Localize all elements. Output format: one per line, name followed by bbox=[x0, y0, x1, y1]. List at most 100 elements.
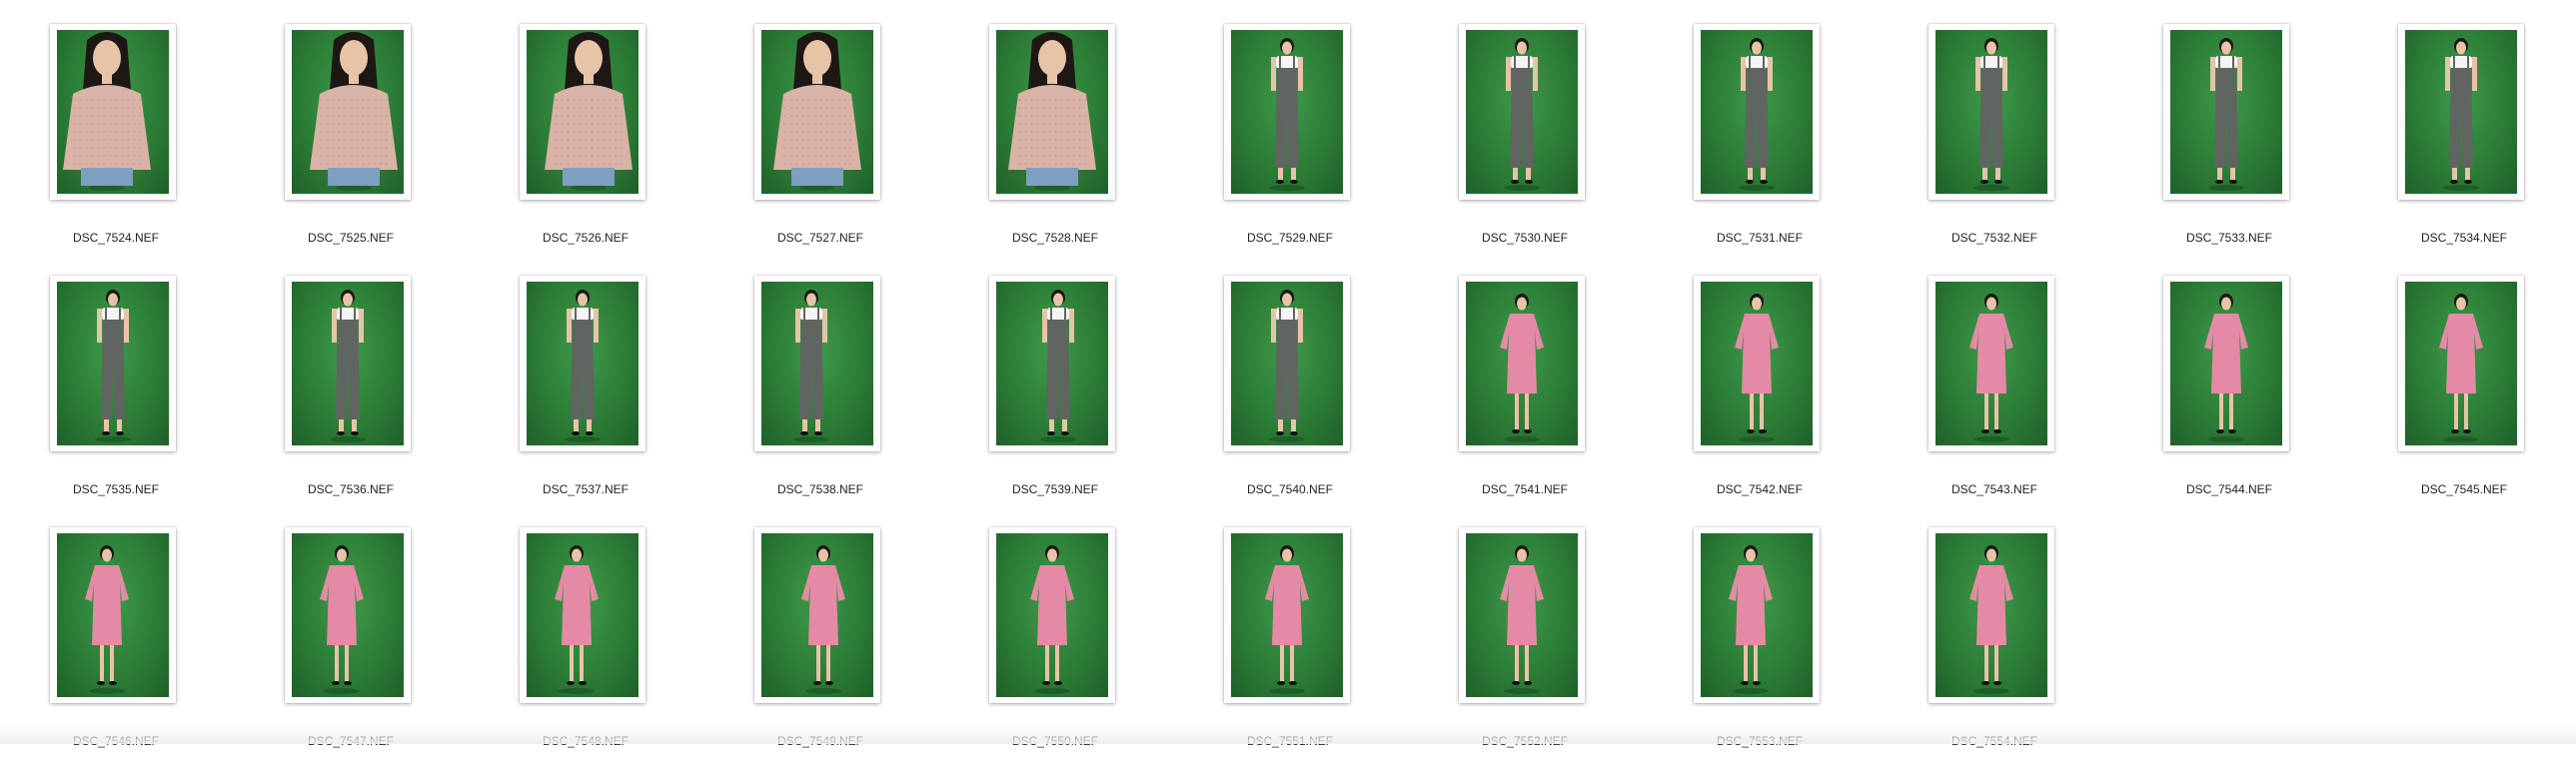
file-name-label[interactable]: DSC_7543.NEF bbox=[1895, 482, 2094, 496]
file-name-label[interactable]: DSC_7526.NEF bbox=[486, 231, 685, 245]
file-name-label[interactable]: DSC_7554.NEF bbox=[1895, 734, 2094, 748]
file-item[interactable]: DSC_7549.NEF bbox=[720, 527, 880, 767]
photo-preview bbox=[2405, 30, 2517, 194]
file-thumbnail[interactable] bbox=[285, 527, 411, 703]
photo-preview bbox=[2170, 30, 2282, 194]
file-item[interactable]: DSC_7532.NEF bbox=[1895, 24, 2054, 264]
file-item[interactable]: DSC_7553.NEF bbox=[1660, 527, 1820, 767]
file-name-label[interactable]: DSC_7536.NEF bbox=[251, 482, 451, 496]
file-name-label[interactable]: DSC_7531.NEF bbox=[1660, 231, 1860, 245]
file-thumbnail[interactable] bbox=[1459, 24, 1585, 200]
file-thumbnail[interactable] bbox=[520, 276, 645, 451]
file-thumbnail[interactable] bbox=[1694, 24, 1820, 200]
file-name-label[interactable]: DSC_7537.NEF bbox=[486, 482, 685, 496]
file-item[interactable]: DSC_7536.NEF bbox=[251, 276, 411, 515]
file-name-label[interactable]: DSC_7550.NEF bbox=[955, 734, 1155, 748]
file-name-label[interactable]: DSC_7544.NEF bbox=[2129, 482, 2329, 496]
file-item[interactable]: DSC_7538.NEF bbox=[720, 276, 880, 515]
file-thumbnail[interactable] bbox=[1459, 527, 1585, 703]
file-thumbnail[interactable] bbox=[989, 276, 1115, 451]
file-item[interactable]: DSC_7535.NEF bbox=[16, 276, 176, 515]
file-thumbnail[interactable] bbox=[1929, 276, 2054, 451]
file-item[interactable]: DSC_7528.NEF bbox=[955, 24, 1115, 264]
file-item[interactable]: DSC_7537.NEF bbox=[486, 276, 645, 515]
file-thumbnail[interactable] bbox=[2398, 24, 2524, 200]
file-item[interactable]: DSC_7525.NEF bbox=[251, 24, 411, 264]
photo-preview bbox=[1231, 30, 1343, 194]
file-thumbnail[interactable] bbox=[2163, 276, 2289, 451]
file-name-label[interactable]: DSC_7546.NEF bbox=[16, 734, 216, 748]
file-thumbnail[interactable] bbox=[50, 276, 176, 451]
file-name-label[interactable]: DSC_7535.NEF bbox=[16, 482, 216, 496]
file-thumbnail[interactable] bbox=[1224, 24, 1350, 200]
file-thumbnail[interactable] bbox=[50, 527, 176, 703]
file-name-label[interactable]: DSC_7534.NEF bbox=[2364, 231, 2564, 245]
file-thumbnail[interactable] bbox=[1929, 24, 2054, 200]
file-name-label[interactable]: DSC_7529.NEF bbox=[1190, 231, 1390, 245]
file-thumbnail[interactable] bbox=[285, 24, 411, 200]
file-name-label[interactable]: DSC_7533.NEF bbox=[2129, 231, 2329, 245]
file-thumbnail[interactable] bbox=[1929, 527, 2054, 703]
file-thumbnail[interactable] bbox=[989, 527, 1115, 703]
file-thumbnail[interactable] bbox=[754, 276, 880, 451]
file-item[interactable]: DSC_7543.NEF bbox=[1895, 276, 2054, 515]
file-name-label[interactable]: DSC_7532.NEF bbox=[1895, 231, 2094, 245]
file-item[interactable]: DSC_7550.NEF bbox=[955, 527, 1115, 767]
file-name-label[interactable]: DSC_7528.NEF bbox=[955, 231, 1155, 245]
file-name-label[interactable]: DSC_7545.NEF bbox=[2364, 482, 2564, 496]
file-thumbnail[interactable] bbox=[754, 527, 880, 703]
file-item[interactable]: DSC_7533.NEF bbox=[2129, 24, 2289, 264]
file-thumbnail[interactable] bbox=[989, 24, 1115, 200]
file-item[interactable]: DSC_7545.NEF bbox=[2364, 276, 2524, 515]
file-item[interactable]: DSC_7547.NEF bbox=[251, 527, 411, 767]
file-thumbnail[interactable] bbox=[50, 24, 176, 200]
file-thumbnail[interactable] bbox=[285, 276, 411, 451]
file-item[interactable]: DSC_7529.NEF bbox=[1190, 24, 1350, 264]
file-name-label[interactable]: DSC_7553.NEF bbox=[1660, 734, 1860, 748]
file-name-label[interactable]: DSC_7549.NEF bbox=[720, 734, 920, 748]
file-name-label[interactable]: DSC_7540.NEF bbox=[1190, 482, 1390, 496]
file-item[interactable]: DSC_7554.NEF bbox=[1895, 527, 2054, 767]
file-name-label[interactable]: DSC_7552.NEF bbox=[1425, 734, 1625, 748]
file-item[interactable]: DSC_7551.NEF bbox=[1190, 527, 1350, 767]
file-thumbnail[interactable] bbox=[520, 24, 645, 200]
file-item[interactable]: DSC_7531.NEF bbox=[1660, 24, 1820, 264]
file-name-label[interactable]: DSC_7524.NEF bbox=[16, 231, 216, 245]
file-name-label[interactable]: DSC_7539.NEF bbox=[955, 482, 1155, 496]
file-thumbnail[interactable] bbox=[1459, 276, 1585, 451]
photo-preview bbox=[761, 533, 873, 697]
photo-preview bbox=[1701, 533, 1813, 697]
file-name-label[interactable]: DSC_7527.NEF bbox=[720, 231, 920, 245]
file-item[interactable]: DSC_7541.NEF bbox=[1425, 276, 1585, 515]
file-thumbnail[interactable] bbox=[2163, 24, 2289, 200]
file-item[interactable]: DSC_7534.NEF bbox=[2364, 24, 2524, 264]
file-item[interactable]: DSC_7540.NEF bbox=[1190, 276, 1350, 515]
photo-preview bbox=[996, 533, 1108, 697]
file-item[interactable]: DSC_7530.NEF bbox=[1425, 24, 1585, 264]
file-item[interactable]: DSC_7542.NEF bbox=[1660, 276, 1820, 515]
file-item[interactable]: DSC_7552.NEF bbox=[1425, 527, 1585, 767]
file-name-label[interactable]: DSC_7525.NEF bbox=[251, 231, 451, 245]
file-item[interactable]: DSC_7544.NEF bbox=[2129, 276, 2289, 515]
file-thumbnail[interactable] bbox=[520, 527, 645, 703]
file-thumbnail[interactable] bbox=[1224, 276, 1350, 451]
file-item[interactable]: DSC_7546.NEF bbox=[16, 527, 176, 767]
file-name-label[interactable]: DSC_7530.NEF bbox=[1425, 231, 1625, 245]
file-thumbnail[interactable] bbox=[1694, 527, 1820, 703]
file-item[interactable]: DSC_7539.NEF bbox=[955, 276, 1115, 515]
file-name-label[interactable]: DSC_7548.NEF bbox=[486, 734, 685, 748]
file-item[interactable]: DSC_7527.NEF bbox=[720, 24, 880, 264]
file-thumbnail[interactable] bbox=[1694, 276, 1820, 451]
file-name-label[interactable]: DSC_7542.NEF bbox=[1660, 482, 1860, 496]
photo-preview bbox=[1701, 282, 1813, 445]
file-name-label[interactable]: DSC_7551.NEF bbox=[1190, 734, 1390, 748]
file-item[interactable]: DSC_7548.NEF bbox=[486, 527, 645, 767]
file-thumbnail[interactable] bbox=[1224, 527, 1350, 703]
file-thumbnail[interactable] bbox=[754, 24, 880, 200]
file-item[interactable]: DSC_7526.NEF bbox=[486, 24, 645, 264]
file-name-label[interactable]: DSC_7547.NEF bbox=[251, 734, 451, 748]
file-name-label[interactable]: DSC_7541.NEF bbox=[1425, 482, 1625, 496]
file-item[interactable]: DSC_7524.NEF bbox=[16, 24, 176, 264]
file-name-label[interactable]: DSC_7538.NEF bbox=[720, 482, 920, 496]
file-thumbnail[interactable] bbox=[2398, 276, 2524, 451]
